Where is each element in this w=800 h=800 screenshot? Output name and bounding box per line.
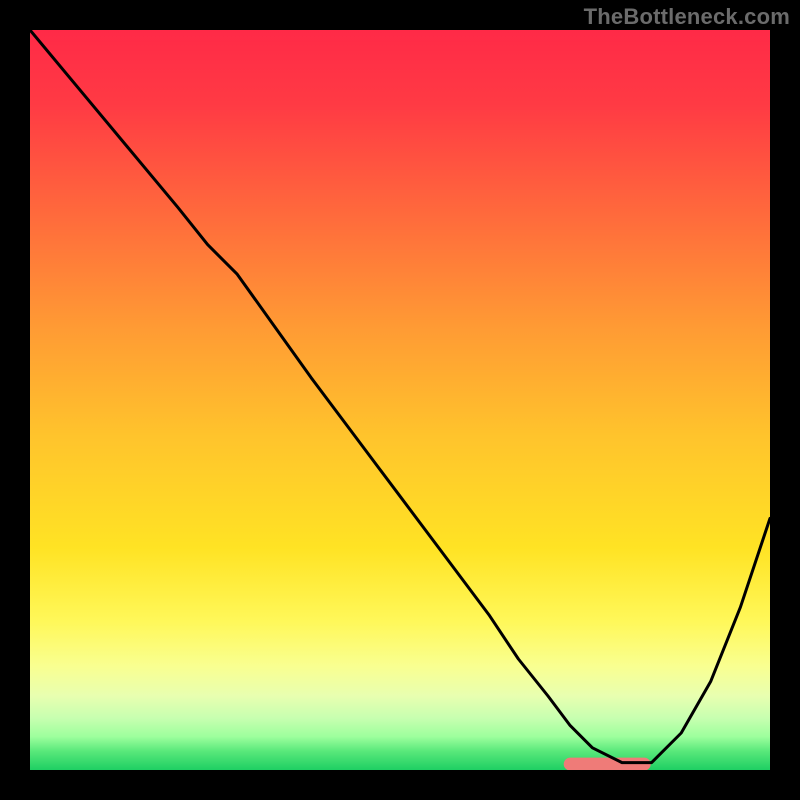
plot-area [30,30,770,770]
gradient-background [30,30,770,770]
chart-container: TheBottleneck.com [0,0,800,800]
chart-svg [30,30,770,770]
watermark-text: TheBottleneck.com [584,4,790,30]
